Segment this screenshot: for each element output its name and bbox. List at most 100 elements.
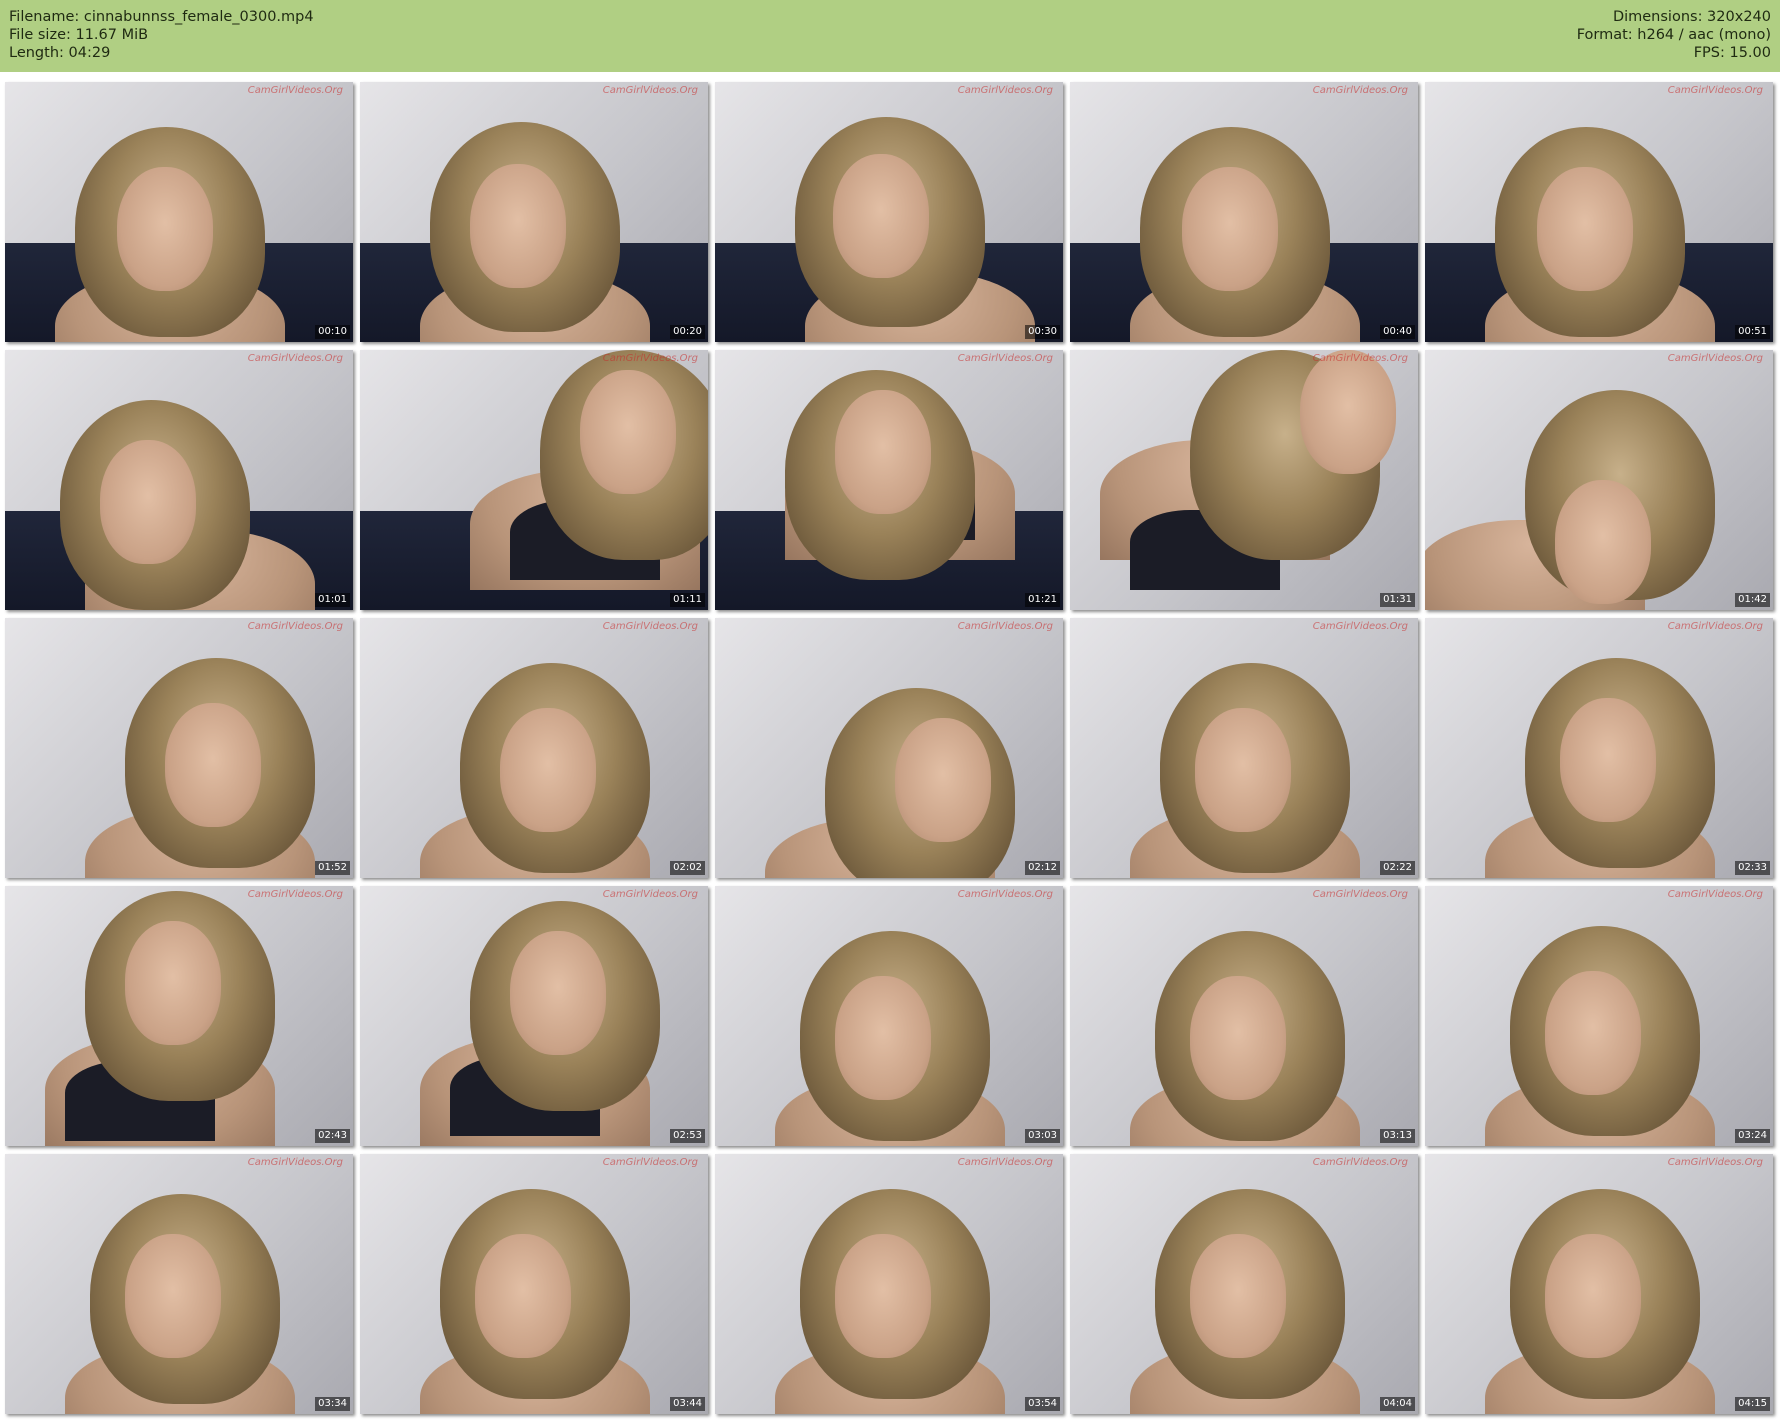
video-frame-thumbnail: CamGirlVideos.Org 03:13 <box>1070 886 1418 1146</box>
video-frame-thumbnail: CamGirlVideos.Org 01:42 <box>1425 350 1773 610</box>
timestamp-label: 02:33 <box>1735 861 1770 875</box>
video-frame-thumbnail: CamGirlVideos.Org 04:04 <box>1070 1154 1418 1414</box>
frame-person-face <box>1195 708 1291 832</box>
video-frame-thumbnail: CamGirlVideos.Org 02:12 <box>715 618 1063 878</box>
frame-person-face <box>895 718 991 842</box>
video-frame-thumbnail: CamGirlVideos.Org 03:44 <box>360 1154 708 1414</box>
timestamp-label: 00:51 <box>1735 325 1770 339</box>
watermark-text: CamGirlVideos.Org <box>1667 85 1763 96</box>
frame-person-face <box>1545 1234 1641 1358</box>
video-frame-thumbnail: CamGirlVideos.Org 01:01 <box>5 350 353 610</box>
watermark-text: CamGirlVideos.Org <box>1312 1157 1408 1168</box>
frame-person-face <box>1545 971 1641 1095</box>
watermark-text: CamGirlVideos.Org <box>957 889 1053 900</box>
video-frame-thumbnail: CamGirlVideos.Org 00:40 <box>1070 82 1418 342</box>
timestamp-label: 00:10 <box>315 325 350 339</box>
watermark-text: CamGirlVideos.Org <box>602 621 698 632</box>
video-frame-thumbnail: CamGirlVideos.Org 00:20 <box>360 82 708 342</box>
timestamp-label: 03:03 <box>1025 1129 1060 1143</box>
timestamp-label: 01:52 <box>315 861 350 875</box>
frame-person-face <box>835 1234 931 1358</box>
video-frame-thumbnail: CamGirlVideos.Org 02:53 <box>360 886 708 1146</box>
timestamp-label: 01:21 <box>1025 593 1060 607</box>
watermark-text: CamGirlVideos.Org <box>1312 889 1408 900</box>
frame-person-face <box>835 390 931 514</box>
video-frame-thumbnail: CamGirlVideos.Org 02:33 <box>1425 618 1773 878</box>
video-frame-thumbnail: CamGirlVideos.Org 01:21 <box>715 350 1063 610</box>
watermark-text: CamGirlVideos.Org <box>957 85 1053 96</box>
timestamp-label: 01:42 <box>1735 593 1770 607</box>
watermark-text: CamGirlVideos.Org <box>602 353 698 364</box>
video-frame-thumbnail: CamGirlVideos.Org 03:03 <box>715 886 1063 1146</box>
watermark-text: CamGirlVideos.Org <box>602 889 698 900</box>
watermark-text: CamGirlVideos.Org <box>1667 353 1763 364</box>
watermark-text: CamGirlVideos.Org <box>957 1157 1053 1168</box>
length-text: Length: 04:29 <box>9 45 111 61</box>
fps-text: FPS: 15.00 <box>1693 45 1771 61</box>
timestamp-label: 02:43 <box>315 1129 350 1143</box>
frame-person-face <box>100 440 196 564</box>
filesize-text: File size: 11.67 MiB <box>9 27 149 43</box>
timestamp-label: 00:30 <box>1025 325 1060 339</box>
header-right: Dimensions: 320x240 Format: h264 / aac (… <box>1577 8 1771 62</box>
frame-person-face <box>1190 1234 1286 1358</box>
frame-person-face <box>500 708 596 832</box>
watermark-text: CamGirlVideos.Org <box>247 85 343 96</box>
timestamp-label: 03:54 <box>1025 1397 1060 1411</box>
frame-person-face <box>1182 167 1278 291</box>
frame-person-face <box>835 976 931 1100</box>
frame-person-face <box>470 164 566 288</box>
timestamp-label: 01:11 <box>670 593 705 607</box>
video-frame-thumbnail: CamGirlVideos.Org 01:52 <box>5 618 353 878</box>
timestamp-label: 01:01 <box>315 593 350 607</box>
video-frame-thumbnail: CamGirlVideos.Org 00:10 <box>5 82 353 342</box>
watermark-text: CamGirlVideos.Org <box>1312 85 1408 96</box>
video-frame-thumbnail: CamGirlVideos.Org 00:30 <box>715 82 1063 342</box>
frame-person-face <box>117 167 213 291</box>
frame-person-face <box>475 1234 571 1358</box>
watermark-text: CamGirlVideos.Org <box>1667 1157 1763 1168</box>
frame-person-face <box>833 154 929 278</box>
video-frame-thumbnail: CamGirlVideos.Org 01:11 <box>360 350 708 610</box>
watermark-text: CamGirlVideos.Org <box>247 889 343 900</box>
video-frame-thumbnail: CamGirlVideos.Org 02:43 <box>5 886 353 1146</box>
format-text: Format: h264 / aac (mono) <box>1576 27 1771 43</box>
watermark-text: CamGirlVideos.Org <box>247 621 343 632</box>
frame-person-face <box>1537 167 1633 291</box>
video-frame-thumbnail: CamGirlVideos.Org 02:22 <box>1070 618 1418 878</box>
header-left: Filename: cinnabunnss_female_0300.mp4 Fi… <box>9 8 314 62</box>
watermark-text: CamGirlVideos.Org <box>602 85 698 96</box>
frame-person-face <box>510 931 606 1055</box>
thumbnail-grid: CamGirlVideos.Org 00:10 CamGirlVideos.Org 0… <box>5 82 1777 1418</box>
timestamp-label: 04:15 <box>1735 1397 1770 1411</box>
frame-person-face <box>1300 350 1396 474</box>
video-frame-thumbnail: CamGirlVideos.Org 02:02 <box>360 618 708 878</box>
timestamp-label: 03:24 <box>1735 1129 1770 1143</box>
video-frame-thumbnail: CamGirlVideos.Org 03:54 <box>715 1154 1063 1414</box>
watermark-text: CamGirlVideos.Org <box>1667 889 1763 900</box>
timestamp-label: 02:53 <box>670 1129 705 1143</box>
watermark-text: CamGirlVideos.Org <box>1312 621 1408 632</box>
frame-person-face <box>1190 976 1286 1100</box>
watermark-text: CamGirlVideos.Org <box>1667 621 1763 632</box>
watermark-text: CamGirlVideos.Org <box>247 1157 343 1168</box>
info-header: Filename: cinnabunnss_female_0300.mp4 Fi… <box>0 0 1780 72</box>
dimensions-text: Dimensions: 320x240 <box>1612 9 1771 25</box>
timestamp-label: 04:04 <box>1380 1397 1415 1411</box>
watermark-text: CamGirlVideos.Org <box>602 1157 698 1168</box>
frame-person-face <box>165 703 261 827</box>
timestamp-label: 02:12 <box>1025 861 1060 875</box>
timestamp-label: 03:44 <box>670 1397 705 1411</box>
video-frame-thumbnail: CamGirlVideos.Org 04:15 <box>1425 1154 1773 1414</box>
video-frame-thumbnail: CamGirlVideos.Org 03:34 <box>5 1154 353 1414</box>
watermark-text: CamGirlVideos.Org <box>957 353 1053 364</box>
video-frame-thumbnail: CamGirlVideos.Org 01:31 <box>1070 350 1418 610</box>
video-frame-thumbnail: CamGirlVideos.Org 00:51 <box>1425 82 1773 342</box>
frame-person-face <box>580 370 676 494</box>
watermark-text: CamGirlVideos.Org <box>957 621 1053 632</box>
frame-person-face <box>1560 698 1656 822</box>
timestamp-label: 03:13 <box>1380 1129 1415 1143</box>
filename-text: Filename: cinnabunnss_female_0300.mp4 <box>9 9 314 25</box>
frame-person-face <box>125 921 221 1045</box>
timestamp-label: 02:02 <box>670 861 705 875</box>
